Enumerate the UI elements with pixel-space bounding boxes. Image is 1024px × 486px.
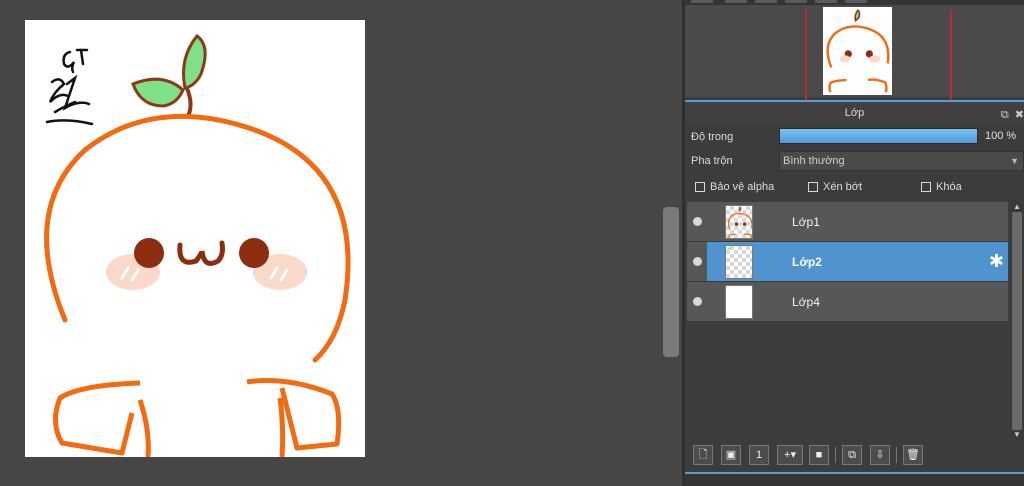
scroll-up-icon[interactable]: ▲: [1013, 202, 1021, 211]
opacity-value: 100 %: [985, 130, 1017, 142]
artwork-canvas[interactable]: [25, 20, 365, 457]
layer-list-scrollbar[interactable]: ▲ ▼: [1010, 200, 1024, 440]
toolbar-separator: [835, 447, 836, 463]
checkbox-label: Xén bớt: [823, 181, 863, 193]
duplicate-icon: ⧉: [848, 449, 856, 461]
navigator-button[interactable]: [845, 0, 867, 3]
checkbox-box[interactable]: [921, 182, 931, 192]
lock-checkbox[interactable]: Khóa: [921, 181, 962, 193]
right-panel: Lớp ⧉ ✖ Độ trong 100 % Pha trộn Bình thườ…: [685, 0, 1024, 486]
layer-thumbnail: [725, 205, 753, 239]
opacity-label: Độ trong: [691, 131, 734, 143]
scroll-down-icon[interactable]: ▼: [1013, 430, 1021, 439]
layer-list: Lớp1 Lớp2 ✱ Lớp4: [687, 200, 1008, 440]
visibility-eye-icon[interactable]: [693, 297, 702, 306]
merge-icon: ⇩: [875, 449, 885, 461]
navigator-button[interactable]: [755, 0, 777, 3]
folder-button[interactable]: ■: [809, 445, 829, 465]
layer-panel-title: Lớp: [844, 107, 865, 119]
layer-thumbnail: [725, 285, 753, 319]
visibility-eye-icon[interactable]: [693, 217, 702, 226]
new-layer-dropdown-button[interactable]: +▾: [777, 445, 803, 465]
layer-panel-header: Lớp ⧉ ✖: [685, 100, 1024, 124]
layer-row[interactable]: Lớp4: [687, 282, 1008, 322]
new-1bit-layer-button[interactable]: 1: [749, 445, 769, 465]
new-1bit-layer-icon: 1: [755, 449, 763, 461]
checkbox-label: Khóa: [936, 181, 962, 193]
layer-name: Lớp2: [792, 255, 822, 269]
chevron-down-icon: ▼: [1010, 156, 1019, 166]
clipping-checkbox[interactable]: Xén bớt: [808, 181, 862, 193]
navigator-frame-right: [950, 10, 952, 100]
navigator-button[interactable]: [725, 0, 747, 3]
checkbox-box[interactable]: [695, 182, 705, 192]
new-layer-button[interactable]: 🗋: [693, 445, 713, 465]
blend-mode-select[interactable]: Bình thường ▼: [779, 151, 1024, 171]
blend-label: Pha trộn: [691, 155, 733, 167]
canvas-scrollbar[interactable]: [663, 207, 679, 357]
blend-mode-value: Bình thường: [783, 155, 845, 167]
layer-thumbnail: [725, 245, 753, 279]
delete-layer-button[interactable]: 🗑: [903, 445, 923, 465]
toolbar-separator: [896, 447, 897, 463]
signature-scribble: [45, 48, 94, 126]
layer-toolbar: 🗋 ▣ 1 +▾ ■ ⧉ ⇩ 🗑: [685, 442, 1024, 470]
navigator-frame-left: [805, 10, 807, 100]
undock-icon[interactable]: ⧉: [1001, 109, 1009, 121]
navigator-button[interactable]: [691, 0, 713, 3]
checkbox-label: Bảo vệ alpha: [710, 181, 775, 193]
close-icon[interactable]: ✖: [1015, 109, 1024, 121]
delete-icon: 🗑: [906, 449, 920, 461]
navigator-button[interactable]: [785, 0, 807, 3]
navigator-thumbnail: [823, 7, 892, 95]
duplicate-layer-button[interactable]: ⧉: [842, 445, 862, 465]
layer-name: Lớp1: [792, 215, 820, 229]
canvas-area[interactable]: [0, 0, 660, 486]
new-layer-dropdown-icon: +▾: [784, 449, 796, 461]
layer-row[interactable]: Lớp1: [687, 202, 1008, 242]
gear-icon[interactable]: ✱: [989, 251, 1004, 272]
new-layer-icon: 🗋: [698, 449, 708, 461]
navigator-preview[interactable]: [685, 5, 1024, 100]
protect-alpha-checkbox[interactable]: Bảo vệ alpha: [695, 181, 774, 193]
visibility-eye-icon[interactable]: [693, 257, 702, 266]
layer-name: Lớp4: [792, 295, 820, 309]
new-vector-layer-icon: ▣: [725, 449, 737, 461]
folder-icon: ■: [815, 449, 823, 461]
scrollbar-thumb[interactable]: [1012, 212, 1022, 430]
navigator-button[interactable]: [815, 0, 837, 3]
checkbox-box[interactable]: [808, 182, 818, 192]
new-vector-layer-button[interactable]: ▣: [721, 445, 741, 465]
layer-row-content[interactable]: Lớp4: [707, 282, 1008, 321]
layer-row[interactable]: Lớp2 ✱: [687, 242, 1008, 282]
layer-row-content[interactable]: Lớp2 ✱: [707, 242, 1008, 281]
merge-layer-button[interactable]: ⇩: [870, 445, 890, 465]
panel-bottom-bar: [685, 472, 1024, 486]
artwork-drawing: [44, 33, 351, 457]
layer-row-content[interactable]: Lớp1: [707, 202, 1008, 241]
opacity-slider[interactable]: [779, 128, 978, 144]
